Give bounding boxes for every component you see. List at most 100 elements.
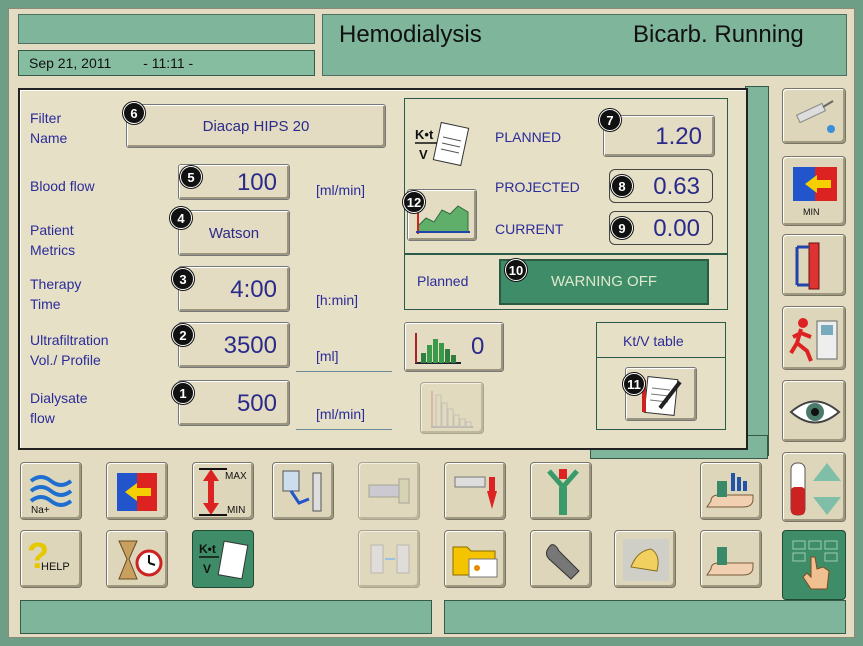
dialyzer-icon	[795, 242, 820, 290]
dialysate-flow-label: Dialysate flow	[30, 390, 88, 426]
clipboard-pen-icon	[642, 375, 682, 416]
arterial-button[interactable]	[530, 462, 592, 520]
help-button[interactable]: ? HELP	[20, 530, 82, 588]
transfer-button[interactable]	[358, 530, 420, 588]
uf-profile-value: 0	[471, 333, 485, 360]
ktv-current-label: CURRENT	[495, 221, 564, 237]
filter-name-button[interactable]: Diacap HIPS 20	[126, 104, 386, 148]
syringe-down-icon	[454, 476, 497, 509]
dialysate-profile-button[interactable]	[420, 382, 484, 434]
bp-measure-button[interactable]	[700, 530, 762, 588]
header-panel: Hemodialysis Bicarb. Running	[322, 14, 847, 76]
badge-1: 1	[172, 382, 194, 404]
dialysate-flow-button[interactable]: 500	[178, 380, 290, 426]
ktv-clipboard-icon: K•t V	[415, 121, 470, 167]
transfer-icon	[370, 544, 410, 574]
ktv-planned-label: PLANNED	[495, 129, 562, 145]
mode-title: Hemodialysis	[339, 21, 482, 48]
divider	[597, 357, 725, 358]
ktv-projected-label: PROJECTED	[495, 179, 580, 195]
badge-6: 6	[123, 102, 145, 124]
therapy-time-label: Therapy Time	[30, 276, 82, 312]
ktv-panel: K•t V PLANNED 1.20 7 PROJECTED 0.63 8 CU…	[403, 98, 728, 254]
dialysate-flow-unit: [ml/min]	[296, 406, 392, 430]
level-adjust-button[interactable]	[782, 452, 846, 522]
ktv-toolbar-button[interactable]: K•t V	[192, 530, 254, 588]
badge-8: 8	[611, 175, 633, 197]
y-connector-icon	[547, 469, 579, 515]
decay-histogram-icon	[431, 391, 473, 428]
hourglass-clock-icon	[118, 540, 163, 580]
histogram-icon	[415, 333, 461, 364]
service-button[interactable]	[530, 530, 592, 588]
emergency-exit-button[interactable]	[782, 306, 846, 370]
machine-status: Bicarb. Running	[633, 21, 804, 48]
prime-button[interactable]	[272, 462, 334, 520]
touch-lock-button[interactable]	[782, 530, 846, 600]
ktv-icon-top: K•t	[415, 127, 434, 142]
badge-11: 11	[623, 373, 645, 395]
right-strip	[745, 86, 769, 456]
date-text: Sep 21, 2011	[29, 55, 112, 71]
max-min-arrow-icon: MAX MIN	[199, 468, 247, 516]
badge-3: 3	[172, 268, 194, 290]
touch-icon	[792, 540, 838, 590]
badge-2: 2	[172, 324, 194, 346]
bolus-button[interactable]	[444, 462, 506, 520]
warning-toggle-button[interactable]: WARNING OFF	[499, 259, 709, 305]
datetime-bar: Sep 21, 2011 - 11:11 -	[18, 50, 315, 76]
ktv-toolbar-bottom: V	[203, 562, 211, 576]
ktv-icon-bottom: V	[419, 147, 428, 162]
patient-metrics-button[interactable]: Watson	[178, 210, 290, 256]
ktv-toolbar-top: K•t	[199, 542, 216, 556]
bp-stats-button[interactable]	[700, 462, 762, 520]
status-bar-right	[444, 600, 846, 634]
min-label-2: MIN	[227, 505, 245, 516]
status-bar-left	[20, 600, 432, 634]
therapy-time-unit: [h:min]	[316, 292, 359, 308]
sodium-button[interactable]: Na+	[20, 462, 82, 520]
ultrafiltration-button[interactable]: 3500	[178, 322, 290, 368]
ktv-warning-row: Planned WARNING OFF 10	[404, 254, 728, 310]
max-min-button[interactable]: MAX MIN	[192, 462, 254, 520]
uf-min-button[interactable]: MIN	[782, 156, 846, 226]
planned-row-label: Planned	[417, 273, 469, 289]
syringe-button[interactable]	[782, 88, 846, 144]
min-label: MIN	[803, 207, 820, 217]
eye-button[interactable]	[782, 380, 846, 442]
eye-icon	[789, 400, 841, 424]
clamp-syringe-icon	[368, 478, 410, 504]
heparin-button[interactable]	[358, 462, 420, 520]
time-text: - 11:11 -	[143, 55, 194, 71]
ultrafiltration-label: Ultrafiltration Vol./ Profile	[30, 332, 109, 368]
badge-7: 7	[599, 109, 621, 131]
min-flow-icon	[793, 167, 837, 201]
blood-flow-unit: [ml/min]	[316, 182, 365, 198]
blood-flow-label: Blood flow	[30, 178, 95, 194]
ultrafiltration-unit: [ml]	[296, 348, 392, 372]
arm-cuff-icon	[706, 547, 754, 576]
help-label: HELP	[41, 561, 70, 573]
bypass-button[interactable]	[782, 234, 846, 296]
badge-12: 12	[403, 191, 425, 213]
syringe-icon	[795, 100, 835, 133]
clean-button[interactable]	[614, 530, 676, 588]
bicarb-button[interactable]	[106, 462, 168, 520]
timer-button[interactable]	[106, 530, 168, 588]
data-card-button[interactable]	[444, 530, 506, 588]
wrench-icon	[545, 544, 580, 580]
ktv-table-panel: Kt/V table 11	[596, 322, 726, 430]
badge-10: 10	[505, 259, 527, 281]
patient-metrics-label: Patient Metrics	[30, 222, 76, 258]
bag-dialyzer-icon	[282, 470, 322, 512]
filter-label: Filter Name	[30, 110, 68, 146]
badge-9: 9	[611, 217, 633, 239]
max-label: MAX	[225, 471, 247, 482]
therapy-time-button[interactable]: 4:00	[178, 266, 290, 312]
uf-profile-button[interactable]: 0	[404, 322, 504, 372]
parameter-panel: Filter Name Diacap HIPS 20 6 Blood flow …	[18, 88, 748, 450]
cleaning-icon	[623, 539, 669, 581]
waves-icon: Na+	[29, 475, 73, 515]
ktv-icon: K•t V	[199, 540, 249, 580]
folder-card-icon	[452, 546, 498, 578]
